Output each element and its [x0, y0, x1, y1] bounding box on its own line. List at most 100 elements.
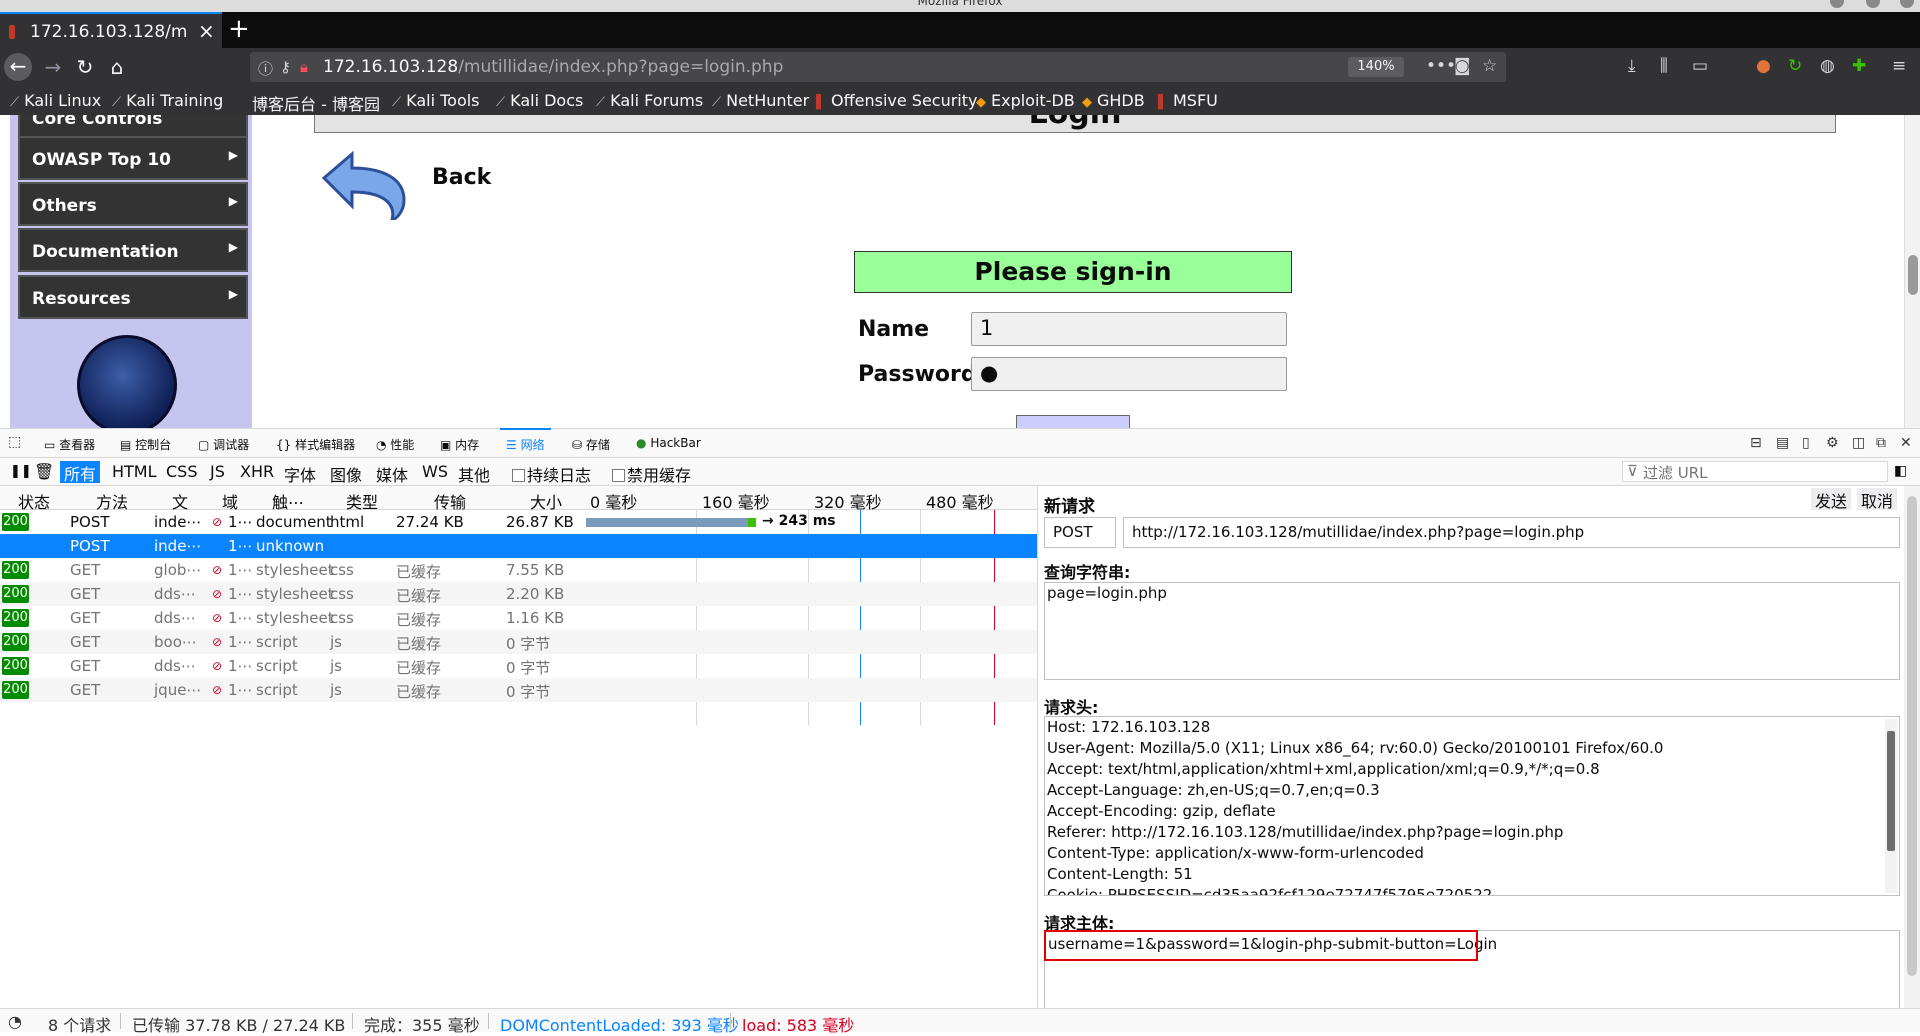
tab-memory[interactable]: ▣ 内存	[440, 436, 479, 453]
table-row[interactable]: 200 GET dds⋯ 1⋯ ⊘ stylesheet css 已缓存 1.16 KB	[0, 606, 1037, 630]
bookmark-item[interactable]: ⟋ Kali Linux	[10, 91, 101, 110]
panel-scrollbar[interactable]	[1904, 486, 1920, 1008]
settings-gear-icon[interactable]: ⚙	[1826, 435, 1839, 451]
zoom-badge[interactable]: 140%	[1348, 57, 1404, 77]
info-icon[interactable]: ⓘ	[258, 58, 273, 79]
browser-tab[interactable]: 172.16.103.128/mutillidae ×	[0, 12, 222, 48]
download-icon[interactable]: ⤓	[1628, 56, 1636, 76]
headers-scrollbar[interactable]	[1885, 719, 1897, 893]
page-actions-icon[interactable]: •••	[1426, 56, 1456, 76]
filter-js[interactable]: JS	[210, 462, 225, 481]
trash-icon[interactable]: 🗑︎	[34, 462, 54, 481]
close-devtools-icon[interactable]: ✕	[1900, 435, 1912, 451]
home-icon[interactable]: ⌂	[104, 54, 130, 80]
send-button[interactable]: 发送	[1811, 488, 1852, 511]
tab-style-editor[interactable]: {} 样式编辑器	[276, 436, 355, 453]
sidebar-toggle-icon[interactable]: ▭	[1692, 56, 1708, 76]
extension-refresh-icon[interactable]: ↻	[1788, 56, 1802, 76]
bookmark-item[interactable]: ◆ Exploit-DB	[976, 91, 1075, 110]
sidebar-toggle-icon[interactable]: ◧	[1894, 463, 1907, 479]
kali-dragon-icon: ⟋	[392, 95, 402, 110]
element-picker-icon[interactable]: ⬚	[8, 434, 21, 450]
persist-log-checkbox[interactable]: 持续日志	[512, 462, 591, 486]
bookmark-star-icon[interactable]: ☆	[1482, 56, 1497, 76]
table-row[interactable]: 200 GET glob⋯ 1⋯ ⊘ stylesheet css 已缓存 7.55 KB	[0, 558, 1037, 582]
insecure-connection-icon: ⊘	[212, 515, 223, 529]
bookmark-item[interactable]: ▌ MSFU	[1158, 91, 1218, 110]
responsive-icon[interactable]: ▤	[1776, 435, 1789, 451]
url-input[interactable]: http://172.16.103.128/mutillidae/index.p…	[1123, 517, 1900, 548]
headers-textarea[interactable]: Host: 172.16.103.128 User-Agent: Mozilla/…	[1044, 716, 1900, 896]
undock-icon[interactable]: ⧉	[1876, 435, 1886, 451]
bookmark-item[interactable]: ⟋ Kali Training	[112, 91, 223, 110]
menu-item-owasp-top-10[interactable]: OWASP Top 10 ▶	[18, 136, 248, 180]
menu-item-documentation[interactable]: Documentation ▶	[18, 228, 248, 272]
cancel-button[interactable]: 取消	[1857, 488, 1898, 511]
performance-icon[interactable]: ◔	[8, 1012, 22, 1031]
tab-network[interactable]: ☰ 网络	[500, 428, 551, 453]
extension-cookie-icon[interactable]: ●	[1756, 56, 1771, 76]
name-input[interactable]: 1	[971, 312, 1287, 346]
bookmark-item[interactable]: ⟋ Kali Tools	[392, 91, 480, 110]
owasp-logo[interactable]	[77, 335, 177, 428]
extension-puzzle-icon[interactable]: ✚	[1852, 56, 1866, 76]
table-row[interactable]: 200 GET dds⋯ 1⋯ ⊘ stylesheet css 已缓存 2.20 KB	[0, 582, 1037, 606]
password-input[interactable]: ●	[971, 357, 1287, 391]
filter-xhr[interactable]: XHR	[240, 462, 274, 481]
extension-globe-icon[interactable]: ◍	[1820, 56, 1835, 76]
table-row[interactable]: 200 POST inde⋯ 1⋯ ⊘ document html 27.24 KB 26.87…	[0, 510, 1037, 534]
tab-console[interactable]: ▤ 控制台	[120, 436, 171, 453]
dock-side-icon[interactable]: ◫	[1852, 435, 1865, 451]
filter-other[interactable]: 其他	[458, 462, 490, 486]
bookmark-item[interactable]: ▌ Offensive Security	[816, 91, 977, 110]
page-scrollbar[interactable]	[1904, 115, 1920, 428]
filter-media[interactable]: 媒体	[376, 462, 408, 486]
bookmark-item[interactable]: ⟋ Kali Docs	[496, 91, 583, 110]
filter-ws[interactable]: WS	[422, 462, 448, 481]
menu-item-others[interactable]: Others ▶	[18, 182, 248, 226]
bookmark-item[interactable]: ⟋ Kali Forums	[596, 91, 703, 110]
table-row[interactable]: 200 GET dds⋯ 1⋯ ⊘ script js 已缓存 0 字节	[0, 654, 1037, 678]
pocket-icon[interactable]: ◙	[1454, 56, 1471, 76]
query-textarea[interactable]: page=login.php	[1044, 582, 1900, 680]
tab-hackbar[interactable]: ● HackBar	[636, 436, 701, 450]
forward-arrow-icon[interactable]: →	[40, 54, 66, 80]
tab-close-icon[interactable]: ×	[198, 19, 215, 43]
tab-debugger[interactable]: ▢ 调试器	[198, 436, 249, 453]
back-arrow-icon[interactable]	[318, 148, 408, 220]
url-text[interactable]: 172.16.103.128/mutillidae/index.php?page…	[323, 57, 783, 77]
back-arrow-icon[interactable]: ←	[4, 53, 32, 81]
body-textarea[interactable]: username=1&password=1&login-php-submit-b…	[1044, 930, 1900, 1012]
hamburger-menu-icon[interactable]: ≡	[1892, 56, 1906, 76]
filter-images[interactable]: 图像	[330, 462, 362, 486]
filter-url-input[interactable]: ⊽ 过滤 URL	[1622, 461, 1888, 482]
tab-performance[interactable]: ◔ 性能	[376, 436, 414, 453]
filter-fonts[interactable]: 字体	[284, 462, 316, 486]
table-row[interactable]: 200 GET boo⋯ 1⋯ ⊘ script js 已缓存 0 字节	[0, 630, 1037, 654]
method-input[interactable]: POST	[1044, 517, 1116, 548]
table-row[interactable]: POST inde⋯ 1⋯ unknown	[0, 534, 1037, 558]
tab-inspector[interactable]: ▭ 查看器	[44, 436, 95, 453]
url-bar[interactable]: ⓘ ⚷ 🔒︎ 172.16.103.128/mutillidae/index.p…	[250, 52, 1506, 82]
panel-scrollbar-thumb[interactable]	[1907, 496, 1917, 976]
device-icon[interactable]: ▯	[1802, 435, 1810, 451]
bookmark-item[interactable]: ⟋ NetHunter	[712, 91, 809, 110]
split-console-icon[interactable]: ⊟	[1750, 435, 1762, 451]
disable-cache-checkbox[interactable]: 禁用缓存	[612, 462, 691, 486]
login-button[interactable]	[1016, 415, 1130, 428]
tab-storage[interactable]: ⛁ 存储	[572, 436, 610, 453]
filter-html[interactable]: HTML	[112, 462, 157, 481]
back-link[interactable]: Back	[432, 165, 491, 190]
filter-all[interactable]: 所有	[60, 461, 101, 484]
key-icon: ⚷	[280, 58, 291, 76]
table-row[interactable]: 200 GET jque⋯ 1⋯ ⊘ script js 已缓存 0 字节	[0, 678, 1037, 702]
library-icon[interactable]: ⫼	[1660, 56, 1668, 76]
pause-icon[interactable]: ❚❚	[10, 464, 32, 479]
new-tab-icon[interactable]: +	[228, 14, 250, 44]
bookmark-item[interactable]: ◆ GHDB	[1082, 91, 1145, 110]
reload-icon[interactable]: ↻	[72, 54, 98, 80]
bookmark-item[interactable]: 博客后台 - 博客园	[252, 91, 380, 115]
page-scrollbar-thumb[interactable]	[1908, 255, 1918, 295]
menu-item-resources[interactable]: Resources ▶	[18, 275, 248, 319]
filter-css[interactable]: CSS	[166, 462, 197, 481]
